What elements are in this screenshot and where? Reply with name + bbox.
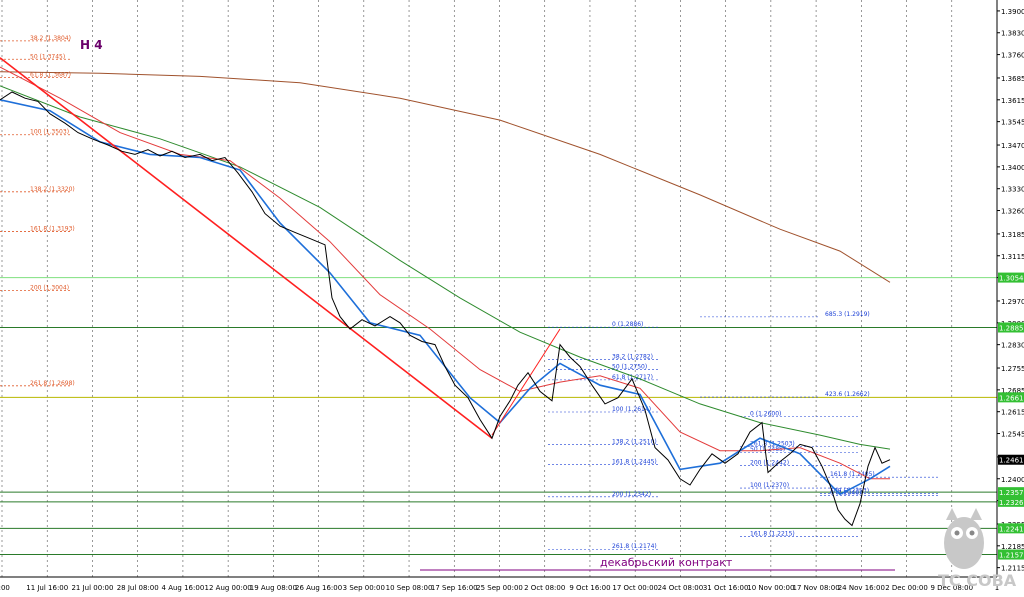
fibo-label-lower: 0 (1.2600) xyxy=(750,410,781,417)
x-tick-label: 24 Oct 08:00 xyxy=(658,584,704,592)
fibonacci-levels: 38.2 (1.3804)50 (1.3745)61.8 (1.3687)100… xyxy=(0,35,940,550)
fibo-label-lower: 161.8 (1.2215) xyxy=(750,530,795,537)
x-tick-label: 12 Aug 00:00 xyxy=(205,584,252,592)
y-tick-label: 1.3330 xyxy=(1001,186,1024,194)
fibo-label-right: 161.8 (1.2445) xyxy=(612,459,657,466)
owl-logo xyxy=(944,508,984,569)
x-tick-label: 31 Oct 16:00 xyxy=(703,584,749,592)
y-tick-label: 1.3400 xyxy=(1001,164,1024,172)
x-tick-label: 21 Jul 00:00 xyxy=(71,584,113,592)
x-tick-label: 4 Aug 16:00 xyxy=(162,584,205,592)
level-tag-label: 1.2241 xyxy=(999,525,1024,533)
y-tick-label: 1.3685 xyxy=(1001,75,1024,83)
y-tick-label: 1.2830 xyxy=(1001,342,1024,350)
y-tick-label: 1.3830 xyxy=(1001,30,1024,38)
y-tick-label: 1.3470 xyxy=(1001,142,1024,150)
fibo-label-lower: 685.3 (1.2919) xyxy=(825,311,870,318)
y-tick-label: 1.3615 xyxy=(1001,97,1024,105)
x-tick-label: 17 Oct 00:00 xyxy=(612,584,658,592)
y-tick-label: 1.3115 xyxy=(1001,253,1024,261)
fibo-label-left: 138.2 (1.3320) xyxy=(30,186,75,193)
level-tag-label: 1.2326 xyxy=(999,499,1024,507)
fibo-label-lower: 161.8 (1.2405) xyxy=(830,471,875,478)
chart-canvas[interactable]: 38.2 (1.3804)50 (1.3745)61.8 (1.3687)100… xyxy=(0,0,1024,593)
y-tick-label: 1.3260 xyxy=(1001,208,1024,216)
fibo-label-left: 100 (1.3503) xyxy=(30,129,69,136)
x-tick-label: 2 Oct 08:00 xyxy=(524,584,565,592)
y-tick-label: 1.2400 xyxy=(1001,476,1024,484)
fibo-label-right: 0 (1.2886) xyxy=(612,321,643,328)
fibo-label-lower: 200 (1.2442) xyxy=(750,460,789,467)
fibo-label-left: 50 (1.3745) xyxy=(30,53,65,60)
level-tag-label: 1.2357 xyxy=(999,489,1024,497)
timeframe-label: H 4 xyxy=(80,38,103,52)
x-tick-label: 25 Sep 00:00 xyxy=(476,584,523,592)
ma-slow-line xyxy=(0,85,891,450)
fibo-label-right: 50 (1.2750) xyxy=(612,364,647,371)
x-tick-label: 17 Nov 08:00 xyxy=(792,584,839,592)
y-tick-label: 1.3545 xyxy=(1001,119,1024,127)
y-tick-label: 1.2545 xyxy=(1001,431,1024,439)
time-axis: 8:00 11 Jul 16:0021 Jul 00:00 28 Jul 08:00… xyxy=(0,584,999,592)
y-tick-label: 1.3185 xyxy=(1001,231,1024,239)
x-tick-label: 2 Dec 00:00 xyxy=(885,584,928,592)
y-tick-label: 1.2615 xyxy=(1001,409,1024,417)
fibo-label-right: 261.8 (1.2174) xyxy=(612,543,657,550)
contract-label: декабрьский контракт xyxy=(600,556,733,569)
price-axis: 1.3900 1.3830 1.3760 1.3685 1.3615 1.3545 1.34… xyxy=(0,0,1024,578)
ma-long-line xyxy=(0,71,891,283)
fibo-label-right: 200 (1.2342) xyxy=(612,491,651,498)
x-tick-label: 8:00 xyxy=(0,584,10,592)
fibo-label-left: 200 (1.3004) xyxy=(30,284,69,291)
x-tick-label: 9 Oct 16:00 xyxy=(569,584,610,592)
level-tag-label: 1.2661 xyxy=(999,394,1024,402)
horizontal-levels xyxy=(0,277,997,556)
x-tick-label: 19 Aug 08:00 xyxy=(250,584,297,592)
fibo-label-lower: 423.6 (1.2662) xyxy=(825,391,870,398)
y-tick-label: 1.3760 xyxy=(1001,52,1024,60)
level-tag-label: 1.3054 xyxy=(999,275,1024,283)
x-tick-label: 10 Sep 08:00 xyxy=(386,584,433,592)
watermark-text: TC COBA xyxy=(938,571,1017,590)
fibo-label-lower: 100 (1.2370) xyxy=(750,482,789,489)
x-tick-label: 10 Nov 00:00 xyxy=(747,584,794,592)
fibo-label-left: 261.8 (1.2698) xyxy=(30,380,75,387)
level-tag-label: 1.2157 xyxy=(999,552,1024,560)
y-tick-label: 1.2970 xyxy=(1001,298,1024,306)
x-tick-label: 17 Sep 16:00 xyxy=(431,584,478,592)
level-tag-label: 1.2885 xyxy=(999,324,1024,332)
x-tick-label: 28 Jul 08:00 xyxy=(117,584,159,592)
fibo-label-left: 38.2 (1.3804) xyxy=(30,35,71,42)
moving-averages xyxy=(0,66,891,496)
forex-chart[interactable]: 38.2 (1.3804) 50 (1.3745) 61.8 (1.3687) 100… xyxy=(0,0,1024,593)
current-price-label: 1.2461 xyxy=(999,457,1024,465)
x-tick-label: 24 Nov 16:00 xyxy=(838,584,885,592)
fibo-label-right: 38.2 (1.2782) xyxy=(612,354,653,361)
x-tick-label: 11 Jul 16:00 xyxy=(26,584,68,592)
fibo-label-right: 138.2 (1.2510) xyxy=(612,438,657,445)
ma-fast-line xyxy=(0,99,891,496)
x-tick-label: 3 Sep 00:00 xyxy=(343,584,385,592)
x-tick-label: 26 Aug 16:00 xyxy=(295,584,342,592)
fibo-label-left: 161.8 (1.3193) xyxy=(30,225,75,232)
y-tick-label: 1.2755 xyxy=(1001,365,1024,373)
y-tick-label: 1.3900 xyxy=(1001,8,1024,16)
